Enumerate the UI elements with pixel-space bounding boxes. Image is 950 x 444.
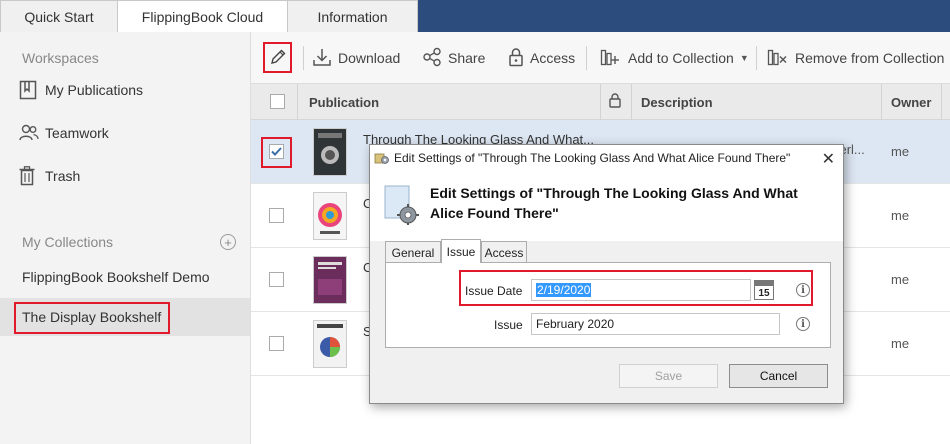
share-label: Share bbox=[448, 50, 486, 66]
tab-label: General bbox=[391, 245, 435, 260]
issue-field[interactable]: February 2020 bbox=[531, 313, 780, 335]
document-settings-icon bbox=[384, 185, 424, 228]
bookmark-book-icon bbox=[19, 80, 45, 100]
publication-column-header[interactable]: Publication bbox=[309, 84, 379, 120]
close-icon[interactable]: ✕ bbox=[822, 149, 835, 169]
dialog-tab-access[interactable]: Access bbox=[481, 241, 527, 263]
tab-label: Issue bbox=[446, 244, 476, 259]
dialog-tab-general[interactable]: General bbox=[385, 241, 441, 263]
column-divider bbox=[881, 84, 882, 120]
collections-heading: My Collections bbox=[22, 234, 114, 250]
tab-label: Access bbox=[484, 245, 524, 260]
sidebar-item-teamwork[interactable]: Teamwork bbox=[0, 114, 250, 152]
info-icon[interactable]: i bbox=[796, 317, 810, 331]
dialog-header: Edit Settings of "Through The Looking Gl… bbox=[370, 171, 843, 241]
collection-label: FlippingBook Bookshelf Demo bbox=[22, 269, 210, 285]
share-button[interactable]: Share bbox=[422, 32, 485, 84]
workspaces-heading: Workspaces bbox=[22, 50, 99, 66]
save-button[interactable]: Save bbox=[619, 364, 718, 388]
publication-thumbnail bbox=[313, 320, 347, 368]
dropdown-arrow-icon: ▼ bbox=[739, 53, 749, 63]
table-header: Publication Description Owner bbox=[251, 84, 950, 120]
sidebar-item-label: Trash bbox=[45, 168, 81, 184]
tab-label: Quick Start bbox=[24, 8, 94, 25]
add-collection-icon[interactable]: + bbox=[220, 234, 236, 250]
tab-flippingbook-cloud[interactable]: FlippingBook Cloud bbox=[117, 0, 288, 33]
dialog-heading: Edit Settings of "Through The Looking Gl… bbox=[430, 185, 798, 221]
users-icon bbox=[19, 124, 45, 142]
highlight-box bbox=[263, 42, 292, 73]
dialog-tab-issue[interactable]: Issue bbox=[441, 239, 481, 263]
lock-icon bbox=[609, 93, 621, 111]
toolbar-divider bbox=[586, 46, 587, 70]
add-to-collection-label: Add to Collection bbox=[628, 50, 734, 66]
publication-owner: me bbox=[891, 336, 910, 351]
sidebar-item-my-publications[interactable]: My Publications bbox=[0, 71, 250, 109]
download-icon bbox=[312, 47, 338, 70]
toolbar: Download Share Access Add to Collection … bbox=[251, 32, 950, 84]
tab-quick-start[interactable]: Quick Start bbox=[0, 0, 118, 32]
settings-gear-icon bbox=[374, 151, 390, 168]
lock-column-header[interactable] bbox=[609, 84, 621, 120]
tab-information[interactable]: Information bbox=[287, 0, 418, 32]
collection-item-bookshelf-demo[interactable]: FlippingBook Bookshelf Demo bbox=[0, 258, 250, 296]
publication-thumbnail bbox=[313, 192, 347, 240]
dialog-title: Edit Settings of "Through The Looking Gl… bbox=[394, 151, 791, 165]
top-tab-bar: Quick Start FlippingBook Cloud Informati… bbox=[0, 0, 950, 33]
trash-icon bbox=[19, 166, 45, 186]
sidebar-item-trash[interactable]: Trash bbox=[0, 157, 250, 195]
publication-thumbnail bbox=[313, 128, 347, 176]
sidebar-item-label: My Publications bbox=[45, 82, 144, 98]
add-collection-shelf-icon bbox=[600, 47, 628, 70]
dialog-title-bar: Edit Settings of "Through The Looking Gl… bbox=[370, 145, 843, 171]
remove-collection-shelf-icon bbox=[767, 47, 795, 70]
tab-label: FlippingBook Cloud bbox=[141, 9, 264, 25]
highlight-box bbox=[459, 270, 813, 306]
download-label: Download bbox=[338, 50, 401, 66]
row-checkbox[interactable] bbox=[269, 208, 284, 223]
lock-icon bbox=[508, 47, 530, 70]
remove-from-collection-button[interactable]: Remove from Collection bbox=[767, 32, 944, 84]
share-icon bbox=[422, 47, 448, 70]
access-button[interactable]: Access bbox=[508, 32, 575, 84]
add-to-collection-button[interactable]: Add to Collection ▼ bbox=[600, 32, 749, 84]
issue-value: February 2020 bbox=[536, 317, 615, 331]
column-divider bbox=[631, 84, 632, 120]
sidebar-item-label: Teamwork bbox=[45, 125, 109, 141]
tab-label: Information bbox=[317, 8, 388, 25]
column-divider bbox=[600, 84, 601, 120]
owner-column-header[interactable]: Owner bbox=[891, 84, 931, 120]
publication-owner: me bbox=[891, 272, 910, 287]
description-column-header[interactable]: Description bbox=[641, 84, 713, 120]
highlight-box bbox=[14, 302, 170, 334]
cancel-button[interactable]: Cancel bbox=[729, 364, 828, 388]
row-checkbox[interactable] bbox=[269, 336, 284, 351]
toolbar-divider bbox=[303, 46, 304, 70]
row-checkbox[interactable] bbox=[269, 272, 284, 287]
sidebar: Workspaces My Publications Teamwork Tras… bbox=[0, 32, 251, 444]
column-divider bbox=[941, 84, 942, 120]
select-all-checkbox[interactable] bbox=[270, 94, 285, 109]
publication-owner: me bbox=[891, 208, 910, 223]
remove-from-collection-label: Remove from Collection bbox=[795, 50, 945, 66]
download-button[interactable]: Download bbox=[312, 32, 400, 84]
issue-label: Issue bbox=[494, 318, 523, 332]
publication-thumbnail bbox=[313, 256, 347, 304]
publication-owner: me bbox=[891, 144, 910, 159]
toolbar-divider bbox=[756, 46, 757, 70]
access-label: Access bbox=[530, 50, 576, 66]
column-divider bbox=[297, 84, 298, 120]
highlight-box bbox=[261, 137, 292, 168]
